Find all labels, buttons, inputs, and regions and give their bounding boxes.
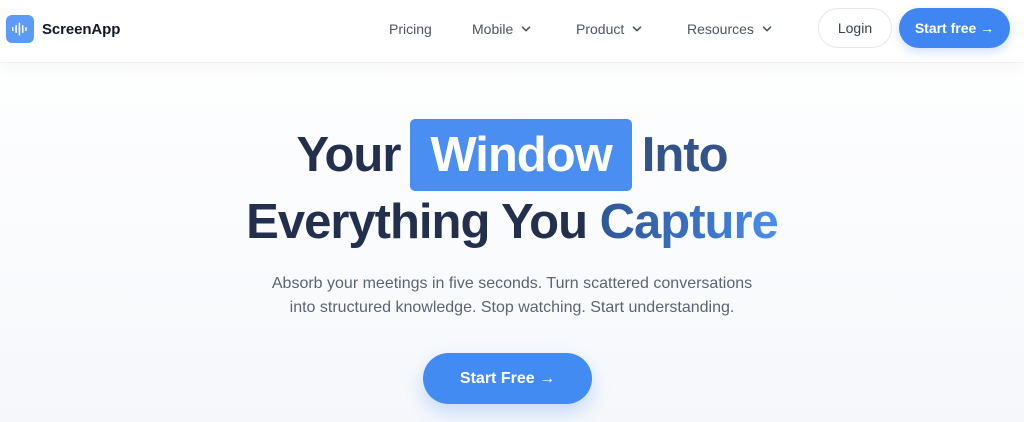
start-free-hero-button[interactable]: Start Free → <box>423 353 592 404</box>
hero-title-line-2: Everything You Capture <box>0 192 1024 252</box>
nav-item-pricing[interactable]: Pricing <box>389 18 432 40</box>
site-header: ScreenApp Pricing Mobile Product Resourc… <box>0 0 1024 62</box>
chevron-down-icon <box>632 26 642 32</box>
hero-title-into: Into <box>641 127 729 182</box>
waveform-icon <box>6 15 34 43</box>
start-free-header-button[interactable]: Start free → <box>899 8 1010 48</box>
login-button[interactable]: Login <box>818 8 892 48</box>
hero-title-line-1: Your Window Into <box>0 119 1024 191</box>
brand-name: ScreenApp <box>42 20 121 38</box>
hero-title-capture: Capture <box>599 195 779 249</box>
nav-item-label: Product <box>576 21 625 37</box>
nav-item-label: Resources <box>687 21 754 37</box>
nav-item-product[interactable]: Product <box>576 18 642 40</box>
nav-item-label: Mobile <box>472 21 514 37</box>
nav-item-label: Pricing <box>389 21 432 37</box>
nav-item-resources[interactable]: Resources <box>687 18 772 40</box>
nav-item-mobile[interactable]: Mobile <box>472 18 531 40</box>
hero-subtitle: Absorb your meetings in five seconds. Tu… <box>212 272 812 320</box>
hero-subtitle-line-2: into structured knowledge. Stop watching… <box>289 299 735 316</box>
page: ScreenApp Pricing Mobile Product Resourc… <box>0 0 1024 422</box>
hero-title-everything-you: Everything You <box>246 195 588 249</box>
hero-title-your: Your <box>296 127 401 182</box>
chevron-down-icon <box>762 26 772 32</box>
chevron-down-icon <box>521 26 531 32</box>
hero-subtitle-line-1: Absorb your meetings in five seconds. Tu… <box>271 275 753 292</box>
hero-title-highlight: Window <box>410 119 632 191</box>
brand-logo[interactable]: ScreenApp <box>6 13 120 45</box>
